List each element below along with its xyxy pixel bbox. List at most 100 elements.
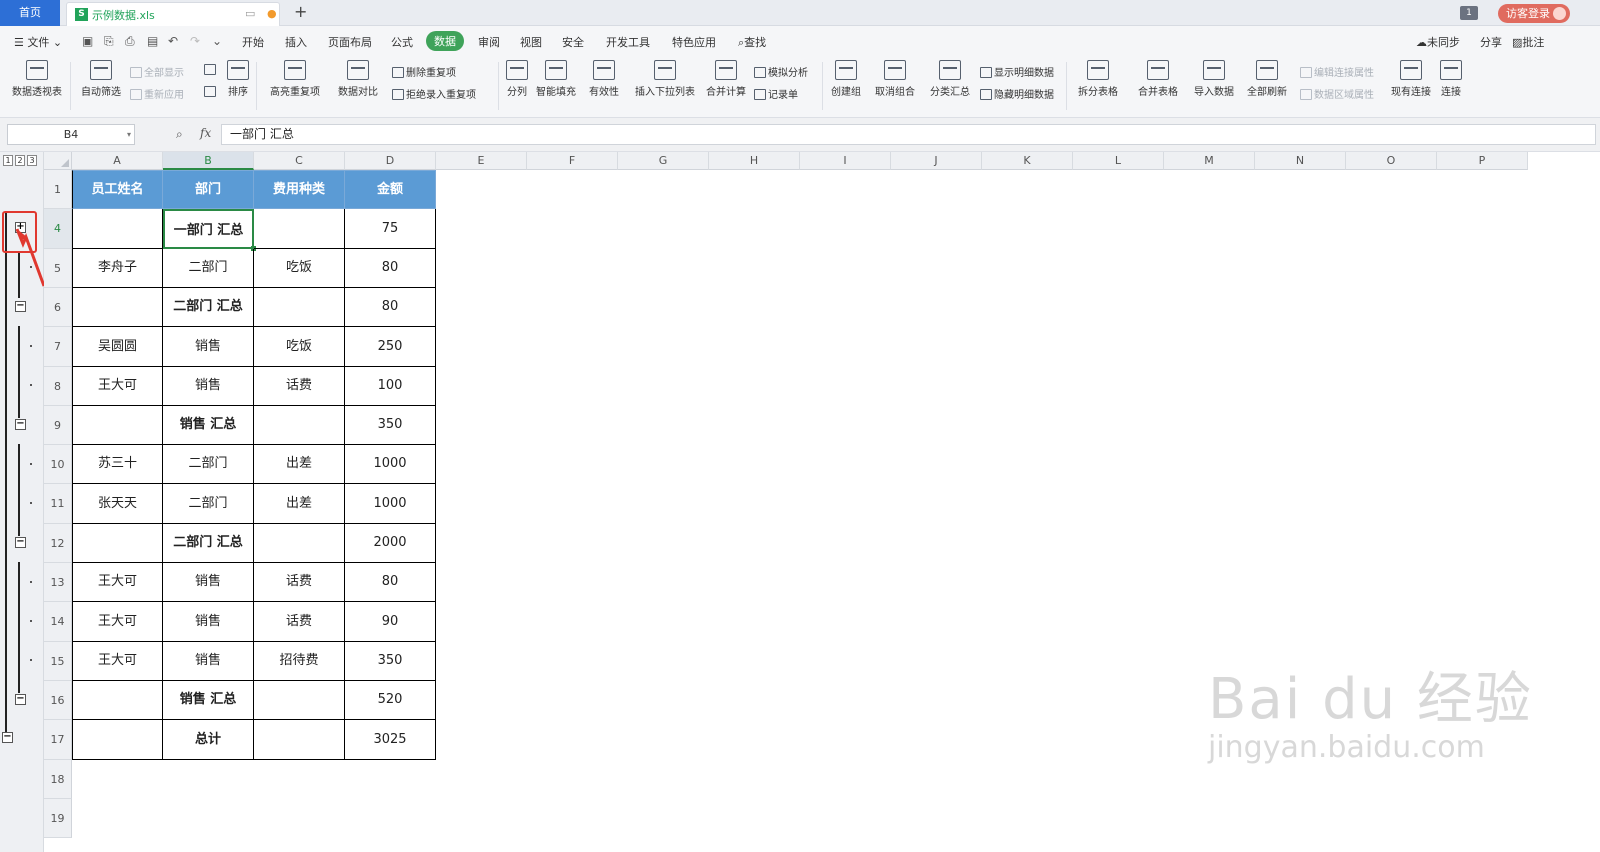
table-cell[interactable]: 李舟子 [72,249,163,288]
table-cell[interactable]: 100 [345,367,436,406]
guest-login-button[interactable]: 访客登录 [1498,4,1570,23]
show-all-button[interactable]: 全部显示 [130,64,184,79]
outline-collapse-group-3[interactable]: − [15,419,26,430]
table-cell[interactable]: 350 [345,642,436,681]
table-cell[interactable]: 二部门 [163,484,254,524]
row-header-1[interactable]: 1 [44,170,72,209]
table-cell[interactable]: 销售 [163,327,254,367]
row-header-8[interactable]: 8 [44,367,72,406]
column-header-g[interactable]: G [618,152,709,170]
table-cell[interactable] [254,406,345,445]
menu-view[interactable]: 视图 [520,34,542,50]
window-count-badge[interactable]: 1 [1460,6,1478,20]
outline-level-2[interactable]: 2 [15,155,25,166]
print-preview-icon[interactable]: ▤ [147,34,158,48]
pivot-table-button[interactable]: 数据透视表 [10,60,64,98]
table-cell[interactable] [72,288,163,327]
row-header-18[interactable]: 18 [44,760,72,799]
print-icon[interactable]: ⎙ [125,34,135,49]
row-header-17[interactable]: 17 [44,720,72,760]
column-header-e[interactable]: E [436,152,527,170]
column-header-k[interactable]: K [982,152,1073,170]
smart-fill-button[interactable]: 智能填充 [534,60,578,98]
table-cell[interactable] [72,524,163,563]
existing-connection-button[interactable]: 现有连接 [1390,60,1432,98]
table-cell[interactable] [254,288,345,327]
menu-data[interactable]: 数据 [426,31,464,51]
table-cell[interactable]: 80 [345,563,436,602]
row-header-13[interactable]: 13 [44,563,72,602]
record-form-button[interactable]: 记录单 [754,86,798,101]
table-cell[interactable]: 3025 [345,720,436,760]
table-cell[interactable]: 吴圆圆 [72,327,163,367]
row-header-14[interactable]: 14 [44,602,72,642]
data-area-attr-button[interactable]: 数据区域属性 [1300,86,1374,101]
table-cell[interactable]: 250 [345,327,436,367]
outline-collapse-group-5[interactable]: − [15,694,26,705]
formula-input[interactable]: 一部门 汇总 [221,124,1596,145]
table-cell[interactable]: 销售 汇总 [163,681,254,720]
column-header-n[interactable]: N [1255,152,1346,170]
table-cell[interactable]: 销售 汇总 [163,406,254,445]
quick-access-more-icon[interactable]: ⌄ [212,34,222,48]
pin-icon[interactable]: ▭ [245,7,255,20]
table-cell[interactable]: 销售 [163,367,254,406]
row-header-9[interactable]: 9 [44,406,72,445]
save-icon[interactable]: ▣ [82,34,93,48]
outline-collapse-group-2[interactable]: − [15,301,26,312]
table-cell[interactable]: 二部门 [163,445,254,484]
row-header-11[interactable]: 11 [44,484,72,524]
data-compare-button[interactable]: 数据对比 [332,60,384,98]
menu-review[interactable]: 审阅 [478,34,500,50]
table-cell[interactable]: 80 [345,288,436,327]
table-cell[interactable] [72,209,163,249]
table-cell[interactable] [72,681,163,720]
menu-developer[interactable]: 开发工具 [606,34,650,50]
table-cell[interactable]: 话费 [254,602,345,642]
table-cell[interactable] [254,681,345,720]
split-column-button[interactable]: 分列 [504,60,530,98]
table-cell[interactable]: 75 [345,209,436,249]
outline-collapse-group-4[interactable]: − [15,537,26,548]
validity-button[interactable]: 有效性 [584,60,624,98]
menu-page-layout[interactable]: 页面布局 [328,34,372,50]
column-header-d[interactable]: D [345,152,436,170]
sort-ascending-icon[interactable] [204,64,218,76]
row-header-12[interactable]: 12 [44,524,72,563]
table-cell[interactable]: 二部门 汇总 [163,524,254,563]
table-header-cell[interactable]: 员工姓名 [72,170,163,209]
table-cell[interactable]: 销售 [163,563,254,602]
table-cell[interactable]: 销售 [163,642,254,681]
ungroup-button[interactable]: 取消组合 [870,60,920,98]
sort-button[interactable]: 排序 [224,60,252,98]
table-cell[interactable]: 话费 [254,367,345,406]
table-cell[interactable]: 苏三十 [72,445,163,484]
column-header-f[interactable]: F [527,152,618,170]
table-header-cell[interactable]: 金额 [345,170,436,209]
table-cell[interactable]: 吃饭 [254,249,345,288]
simulate-button[interactable]: 模拟分析 [754,64,808,79]
fx-button[interactable]: fx [200,126,211,140]
table-cell[interactable]: 520 [345,681,436,720]
consolidate-button[interactable]: 合并计算 [704,60,748,98]
redo-icon[interactable]: ↷ [190,34,200,48]
column-header-m[interactable]: M [1164,152,1255,170]
table-cell[interactable]: 80 [345,249,436,288]
column-header-a[interactable]: A [72,152,163,170]
merge-table-button[interactable]: 合并表格 [1132,60,1184,98]
table-cell[interactable]: 90 [345,602,436,642]
connect-button[interactable]: 连接 [1438,60,1464,98]
tab-home[interactable]: 首页 [0,0,60,26]
menu-special[interactable]: 特色应用 [672,34,716,50]
table-cell[interactable]: 话费 [254,563,345,602]
table-cell[interactable]: 出差 [254,445,345,484]
column-header-h[interactable]: H [709,152,800,170]
table-cell[interactable]: 一部门 汇总 [163,209,254,249]
reapply-button[interactable]: 重新应用 [130,86,184,101]
menu-formula[interactable]: 公式 [391,34,413,50]
menu-start[interactable]: 开始 [242,34,264,50]
outline-level-1[interactable]: 1 [3,155,13,166]
share-button[interactable]: 分享 [1480,34,1502,50]
table-cell[interactable]: 销售 [163,602,254,642]
search-button[interactable]: ⌕查找 [738,34,766,50]
